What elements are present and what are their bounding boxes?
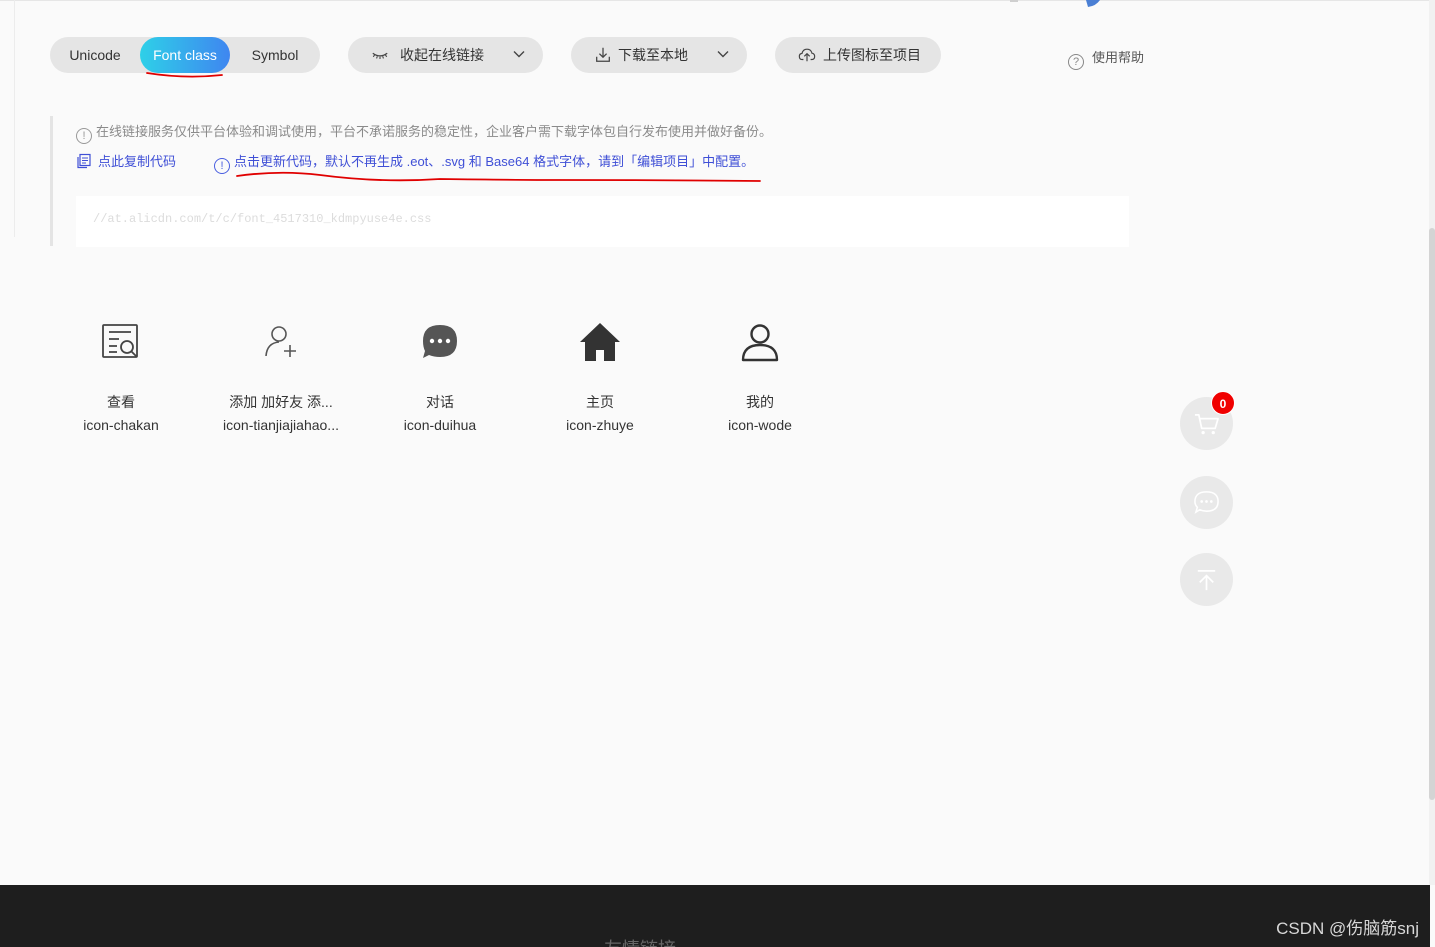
- icon-class: icon-zhuye: [566, 417, 634, 433]
- info-icon: !: [76, 128, 92, 144]
- icon-name: 我的: [746, 394, 774, 410]
- upload-to-project-button[interactable]: 上传图标至项目: [775, 37, 941, 73]
- collapse-link-button[interactable]: 收起在线链接: [348, 37, 543, 73]
- page-scrollbar[interactable]: [1429, 0, 1435, 885]
- icon-name: 添加 加好友 添...: [229, 394, 333, 410]
- csdn-watermark: CSDN @伤脑筋snj: [1276, 919, 1419, 938]
- left-edge-line: [14, 0, 15, 237]
- update-code-link[interactable]: ! 点击更新代码，默认不再生成 .eot、.svg 和 Base64 格式字体，请…: [214, 151, 754, 174]
- site-footer: 友情链接: [0, 885, 1430, 947]
- top-decoration-icon: [1010, 0, 1100, 7]
- icon-card-zhuye[interactable]: 主页 icon-zhuye: [530, 318, 670, 448]
- copy-icon: [77, 153, 91, 169]
- user-icon: [741, 324, 779, 362]
- feedback-button[interactable]: [1180, 476, 1233, 529]
- collapse-link-label: 收起在线链接: [400, 47, 484, 63]
- notice-text: 在线链接服务仅供平台体验和调试使用，平台不承诺服务的稳定性，企业客户需下载字体包…: [96, 124, 773, 139]
- copy-code-link[interactable]: 点此复制代码: [76, 151, 176, 170]
- online-link-notice: ! 在线链接服务仅供平台体验和调试使用，平台不承诺服务的稳定性，企业客户需下载字体…: [76, 121, 772, 144]
- notice-accent-bar: [50, 116, 53, 246]
- arrow-up-icon: [1197, 569, 1216, 591]
- chevron-down-icon: [717, 51, 729, 58]
- css-link-url: //at.alicdn.com/t/c/font_4517310_kdmpyus…: [93, 212, 432, 226]
- icon-card-chakan[interactable]: 查看 icon-chakan: [51, 318, 191, 448]
- chat-bubble-icon: [1194, 491, 1219, 514]
- tab-unicode[interactable]: Unicode: [50, 37, 140, 73]
- icon-name: 对话: [426, 394, 454, 410]
- tab-font-class[interactable]: Font class: [140, 37, 230, 73]
- footer-links-title: 友情链接: [604, 935, 676, 947]
- icon-name: 查看: [107, 394, 135, 410]
- eye-closed-icon: [372, 52, 388, 60]
- css-link-codebox[interactable]: //at.alicdn.com/t/c/font_4517310_kdmpyus…: [76, 196, 1129, 247]
- icon-class: icon-duihua: [403, 417, 477, 433]
- info-icon: !: [214, 158, 230, 174]
- chat-icon: [423, 325, 457, 358]
- format-tabs: Unicode Font class Symbol: [50, 37, 320, 73]
- icon-card-wode[interactable]: 我的 icon-wode: [690, 318, 830, 448]
- back-to-top-button[interactable]: [1180, 553, 1233, 606]
- cart-icon: [1194, 413, 1219, 435]
- icon-card-tianjiajiahao[interactable]: 添加 加好友 添... icon-tianjiajiahao...: [211, 318, 351, 448]
- download-local-button[interactable]: 下载至本地: [571, 37, 747, 73]
- cloud-upload-icon: [798, 48, 816, 62]
- home-icon: [580, 323, 620, 361]
- upload-to-project-label: 上传图标至项目: [823, 47, 921, 63]
- cart-count-badge: 0: [1211, 391, 1235, 415]
- icon-name: 主页: [586, 394, 614, 410]
- view-icon: [102, 324, 138, 358]
- update-code-label: 点击更新代码，默认不再生成 .eot、.svg 和 Base64 格式字体，请到…: [234, 154, 755, 169]
- download-icon: [596, 47, 610, 62]
- download-local-label: 下载至本地: [618, 47, 688, 63]
- icon-class: icon-chakan: [83, 417, 159, 433]
- help-link[interactable]: ? 使用帮助: [1068, 47, 1145, 70]
- top-border: [0, 0, 1430, 1]
- scrollbar-thumb[interactable]: [1429, 228, 1435, 800]
- icon-class: icon-tianjiajiahao...: [223, 417, 339, 433]
- icon-card-duihua[interactable]: 对话 icon-duihua: [370, 318, 510, 448]
- copy-code-label: 点此复制代码: [98, 154, 177, 169]
- help-label: 使用帮助: [1092, 50, 1145, 65]
- add-user-icon: [265, 326, 296, 357]
- question-icon: ?: [1068, 54, 1084, 70]
- tab-symbol[interactable]: Symbol: [230, 37, 320, 73]
- chevron-down-icon: [513, 51, 525, 58]
- icon-class: icon-wode: [728, 417, 792, 433]
